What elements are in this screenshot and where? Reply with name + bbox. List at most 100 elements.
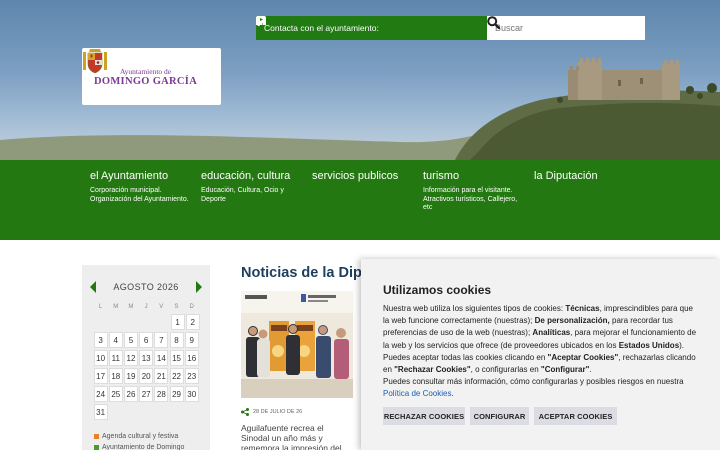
calendar-day[interactable]: 15	[169, 350, 184, 366]
calendar-day[interactable]: 31	[93, 404, 108, 420]
calendar-header: AGOSTO 2026	[82, 279, 210, 295]
calendar-day[interactable]: 27	[139, 386, 154, 402]
legend-swatch	[94, 434, 99, 439]
weekday-label: M	[128, 304, 134, 310]
nav-item-title: turismo	[423, 170, 460, 182]
configure-cookies-button[interactable]: CONFIGURAR	[470, 407, 529, 425]
envelope-icon[interactable]	[256, 16, 402, 36]
cookie-paragraph-options: Puedes aceptar todas las cookies clicand…	[383, 352, 696, 375]
calendar-day[interactable]: 11	[108, 350, 123, 366]
weekday-label: L	[98, 304, 103, 310]
calendar-day[interactable]: 22	[169, 368, 184, 384]
nav-item-ayuntamiento[interactable]: el Ayuntamiento Corporación municipal. O…	[90, 170, 190, 204]
calendar-day[interactable]: 29	[169, 386, 184, 402]
legend-swatch	[94, 445, 99, 450]
calendar-day[interactable]: 10	[93, 350, 108, 366]
calendar-day[interactable]: 24	[93, 386, 108, 402]
calendar-week: 3456789	[93, 332, 201, 350]
calendar-day[interactable]: 16	[184, 350, 199, 366]
cookie-policy-link[interactable]: Política de Cookies	[383, 389, 451, 398]
calendar-week: 10 11 12 13 14 15 16	[93, 350, 201, 368]
nav-item-title: educación, cultura	[201, 170, 291, 182]
search-box	[487, 16, 645, 40]
calendar-empty-cell	[108, 404, 123, 420]
weekday-label: V	[159, 304, 164, 310]
calendar-day[interactable]: 23	[184, 368, 199, 384]
calendar-day[interactable]: 19	[123, 368, 138, 384]
nav-item-servicios[interactable]: servicios publicos	[312, 170, 412, 187]
hero-banner: Contacta con el ayuntamiento: Buscar Ayu…	[0, 0, 720, 160]
news-image[interactable]	[241, 291, 353, 398]
legend-label: Agenda cultural y festiva	[102, 433, 179, 440]
calendar-day[interactable]: 30	[184, 386, 199, 402]
calendar-day[interactable]: 6	[139, 332, 154, 348]
calendar-day[interactable]: 12	[123, 350, 138, 366]
calendar-empty-cell	[139, 314, 154, 330]
calendar-day[interactable]: 28	[154, 386, 169, 402]
calendar-empty-cell	[108, 314, 123, 330]
calendar-day[interactable]: 7	[154, 332, 169, 348]
share-icon[interactable]	[241, 408, 249, 416]
sitemap-icon[interactable]	[256, 16, 417, 36]
contact-label: Contacta con el ayuntamiento:	[264, 23, 379, 33]
cookie-title: Utilizamos cookies	[383, 283, 492, 297]
logo-line2: DOMINGO GARCÍA	[94, 75, 198, 87]
news-date: 28 DE JULIO DE 26	[253, 409, 303, 415]
site-logo[interactable]: Ayuntamiento de DOMINGO GARCÍA	[82, 48, 221, 105]
nav-item-title: la Diputación	[534, 170, 598, 182]
map-marker-icon[interactable]	[256, 16, 433, 36]
calendar-day[interactable]: 18	[108, 368, 123, 384]
nav-item-desc: Información para el visitante. Atractivo…	[423, 187, 518, 211]
calendar-empty-cell	[185, 404, 200, 420]
accept-cookies-button[interactable]: ACEPTAR COOKIES	[534, 407, 617, 425]
calendar-day[interactable]: 8	[169, 332, 184, 348]
weekday-label: D	[189, 304, 194, 310]
contact-bar: Contacta con el ayuntamiento:	[256, 16, 487, 40]
calendar-day[interactable]: 5	[123, 332, 138, 348]
calendar-month: AGOSTO 2026	[113, 282, 179, 292]
calendar-day[interactable]: 2	[185, 314, 200, 330]
calendar-day[interactable]: 25	[108, 386, 123, 402]
news-headline[interactable]: Aguilafuente recrea el Sinodal un año má…	[241, 423, 345, 450]
nav-item-educacion[interactable]: educación, cultura Educación, Cultura, O…	[201, 170, 301, 204]
nav-item-diputacion[interactable]: la Diputación	[534, 170, 634, 187]
calendar-empty-cell	[93, 314, 108, 330]
calendar-legend: Agenda cultural y festiva Ayuntamiento de…	[94, 433, 204, 450]
calendar-day[interactable]: 3	[93, 332, 108, 348]
nav-item-title: servicios publicos	[312, 170, 399, 182]
calendar-empty-cell	[154, 404, 169, 420]
weekday-label: M	[113, 304, 119, 310]
legend-item[interactable]: Ayuntamiento de Domingo	[94, 444, 204, 450]
calendar-weekdays: LMMJVSD	[93, 304, 201, 310]
youtube-icon[interactable]	[256, 16, 485, 36]
next-month-icon[interactable]	[196, 281, 202, 293]
calendar-day[interactable]: 21	[154, 368, 169, 384]
calendar-week: 12	[93, 314, 201, 332]
cookie-buttons: RECHAZAR COOKIES CONFIGURAR ACEPTAR COOK…	[383, 407, 622, 425]
prev-month-icon[interactable]	[90, 281, 96, 293]
calendar-day[interactable]: 14	[154, 350, 169, 366]
calendar-empty-cell	[170, 404, 185, 420]
news-card[interactable]: 28 DE JULIO DE 26 Aguilafuente recrea el…	[241, 291, 353, 450]
calendar-widget: AGOSTO 2026 LMMJVSD 1 2 3 4 5 6 7 8 9 10 11 12 13 14 1…	[82, 265, 210, 450]
reject-cookies-button[interactable]: RECHAZAR COOKIES	[383, 407, 465, 425]
calendar-day[interactable]: 4	[108, 332, 123, 348]
twitter-icon[interactable]	[256, 16, 469, 36]
calendar-day[interactable]: 20	[139, 368, 154, 384]
calendar-day[interactable]: 17	[93, 368, 108, 384]
calendar-day[interactable]: 1	[170, 314, 185, 330]
facebook-icon[interactable]	[256, 16, 454, 36]
coat-of-arms-icon	[83, 49, 107, 74]
nav-item-desc: Corporación municipal. Organización del …	[90, 187, 189, 203]
cookie-body: Nuestra web utiliza los siguientes tipos…	[383, 303, 701, 401]
search-icon[interactable]	[487, 16, 641, 40]
nav-item-turismo[interactable]: turismo Información para el visitante. A…	[423, 170, 523, 213]
calendar-day[interactable]: 26	[123, 386, 138, 402]
legend-label: Ayuntamiento de Domingo	[102, 444, 185, 450]
calendar-day[interactable]: 9	[184, 332, 199, 348]
main-nav: el Ayuntamiento Corporación municipal. O…	[0, 160, 720, 240]
search-input[interactable]	[487, 16, 617, 40]
legend-item[interactable]: Agenda cultural y festiva	[94, 433, 204, 440]
calendar-day[interactable]: 13	[139, 350, 154, 366]
calendar-empty-cell	[139, 404, 154, 420]
